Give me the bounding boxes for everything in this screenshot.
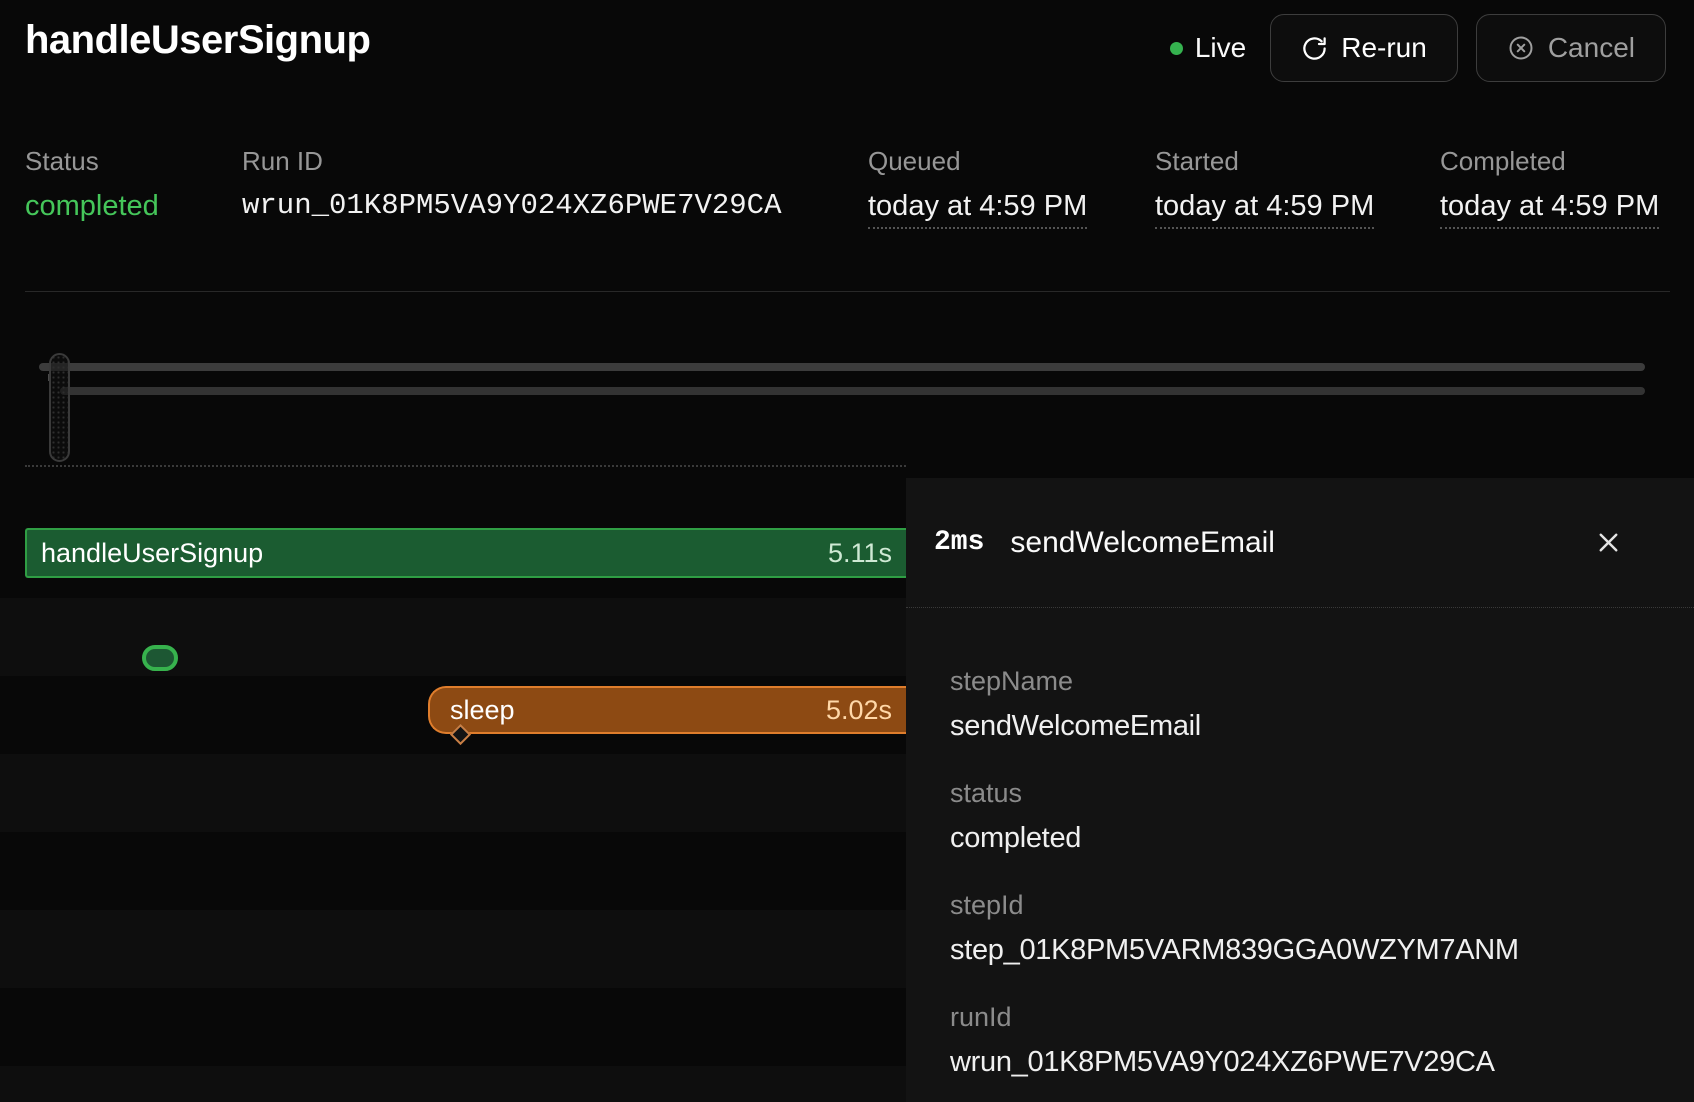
meta-started-value: today at 4:59 PM	[1155, 189, 1374, 229]
rerun-button[interactable]: Re-run	[1270, 14, 1458, 82]
header-divider	[25, 291, 1670, 292]
span-bar-sleep[interactable]: sleep 5.02s	[428, 686, 906, 734]
meta-queued: Queued today at 4:59 PM	[868, 146, 1087, 229]
step-detail-title: sendWelcomeEmail	[1010, 526, 1275, 560]
rerun-button-label: Re-run	[1341, 32, 1427, 64]
meta-status-value: completed	[25, 189, 159, 223]
meta-run-id-label: Run ID	[242, 146, 782, 176]
meta-started: Started today at 4:59 PM	[1155, 146, 1374, 229]
trace-row-stripes	[0, 520, 906, 1102]
refresh-icon	[1301, 35, 1328, 62]
cancel-button-label: Cancel	[1548, 32, 1635, 64]
field-value: completed	[950, 822, 1654, 854]
page-title: handleUserSignup	[25, 18, 370, 63]
meta-completed-label: Completed	[1440, 146, 1659, 176]
step-detail-panel: 2ms sendWelcomeEmail stepName sendWelcom…	[906, 478, 1694, 1102]
step-detail-fields: stepName sendWelcomeEmail status complet…	[906, 608, 1694, 1078]
span-pill-sendWelcomeEmail[interactable]	[142, 645, 178, 671]
field-label: stepId	[950, 890, 1654, 920]
field-label: stepName	[950, 666, 1654, 696]
field-label: runId	[950, 1002, 1654, 1032]
step-duration-badge: 2ms	[934, 527, 984, 558]
span-name: sleep	[450, 695, 515, 726]
live-label: Live	[1195, 32, 1246, 64]
span-duration: 5.11s	[828, 538, 892, 569]
span-name: handleUserSignup	[41, 538, 263, 569]
close-icon	[1593, 527, 1624, 558]
field-status: status completed	[950, 778, 1654, 854]
meta-run-id: Run ID wrun_01K8PM5VA9Y024XZ6PWE7V29CA	[242, 146, 782, 223]
live-dot-icon	[1170, 42, 1183, 55]
meta-queued-value: today at 4:59 PM	[868, 189, 1087, 229]
field-stepName: stepName sendWelcomeEmail	[950, 666, 1654, 742]
field-stepId: stepId step_01K8PM5VARM839GGA0WZYM7ANM	[950, 890, 1654, 966]
meta-status-label: Status	[25, 146, 159, 176]
meta-started-label: Started	[1155, 146, 1374, 176]
field-label: status	[950, 778, 1654, 808]
timeline-scrubber-handle[interactable]	[49, 353, 70, 462]
live-indicator: Live	[1170, 32, 1246, 64]
field-runId: runId wrun_01K8PM5VA9Y024XZ6PWE7V29CA	[950, 1002, 1654, 1078]
minimap-root-span-bar	[39, 363, 1645, 371]
minimap-divider	[25, 465, 906, 467]
field-value: sendWelcomeEmail	[950, 710, 1654, 742]
span-duration: 5.02s	[826, 695, 892, 726]
step-detail-header: 2ms sendWelcomeEmail	[906, 478, 1694, 608]
meta-status: Status completed	[25, 146, 159, 223]
field-value: step_01K8PM5VARM839GGA0WZYM7ANM	[950, 934, 1654, 966]
close-panel-button[interactable]	[1593, 527, 1624, 558]
span-bar-handleUserSignup[interactable]: handleUserSignup 5.11s	[25, 528, 906, 578]
cancel-button[interactable]: Cancel	[1476, 14, 1666, 82]
field-value: wrun_01K8PM5VA9Y024XZ6PWE7V29CA	[950, 1046, 1654, 1078]
header-actions: Live Re-run Cancel	[1170, 15, 1666, 81]
meta-completed-value: today at 4:59 PM	[1440, 189, 1659, 229]
circle-x-icon	[1507, 34, 1535, 62]
meta-run-id-value: wrun_01K8PM5VA9Y024XZ6PWE7V29CA	[242, 189, 782, 223]
meta-queued-label: Queued	[868, 146, 1087, 176]
workflow-run-page: handleUserSignup Live Re-run Cancel	[0, 0, 1694, 1102]
minimap-sleep-span-bar	[60, 387, 1645, 395]
meta-completed: Completed today at 4:59 PM	[1440, 146, 1659, 229]
